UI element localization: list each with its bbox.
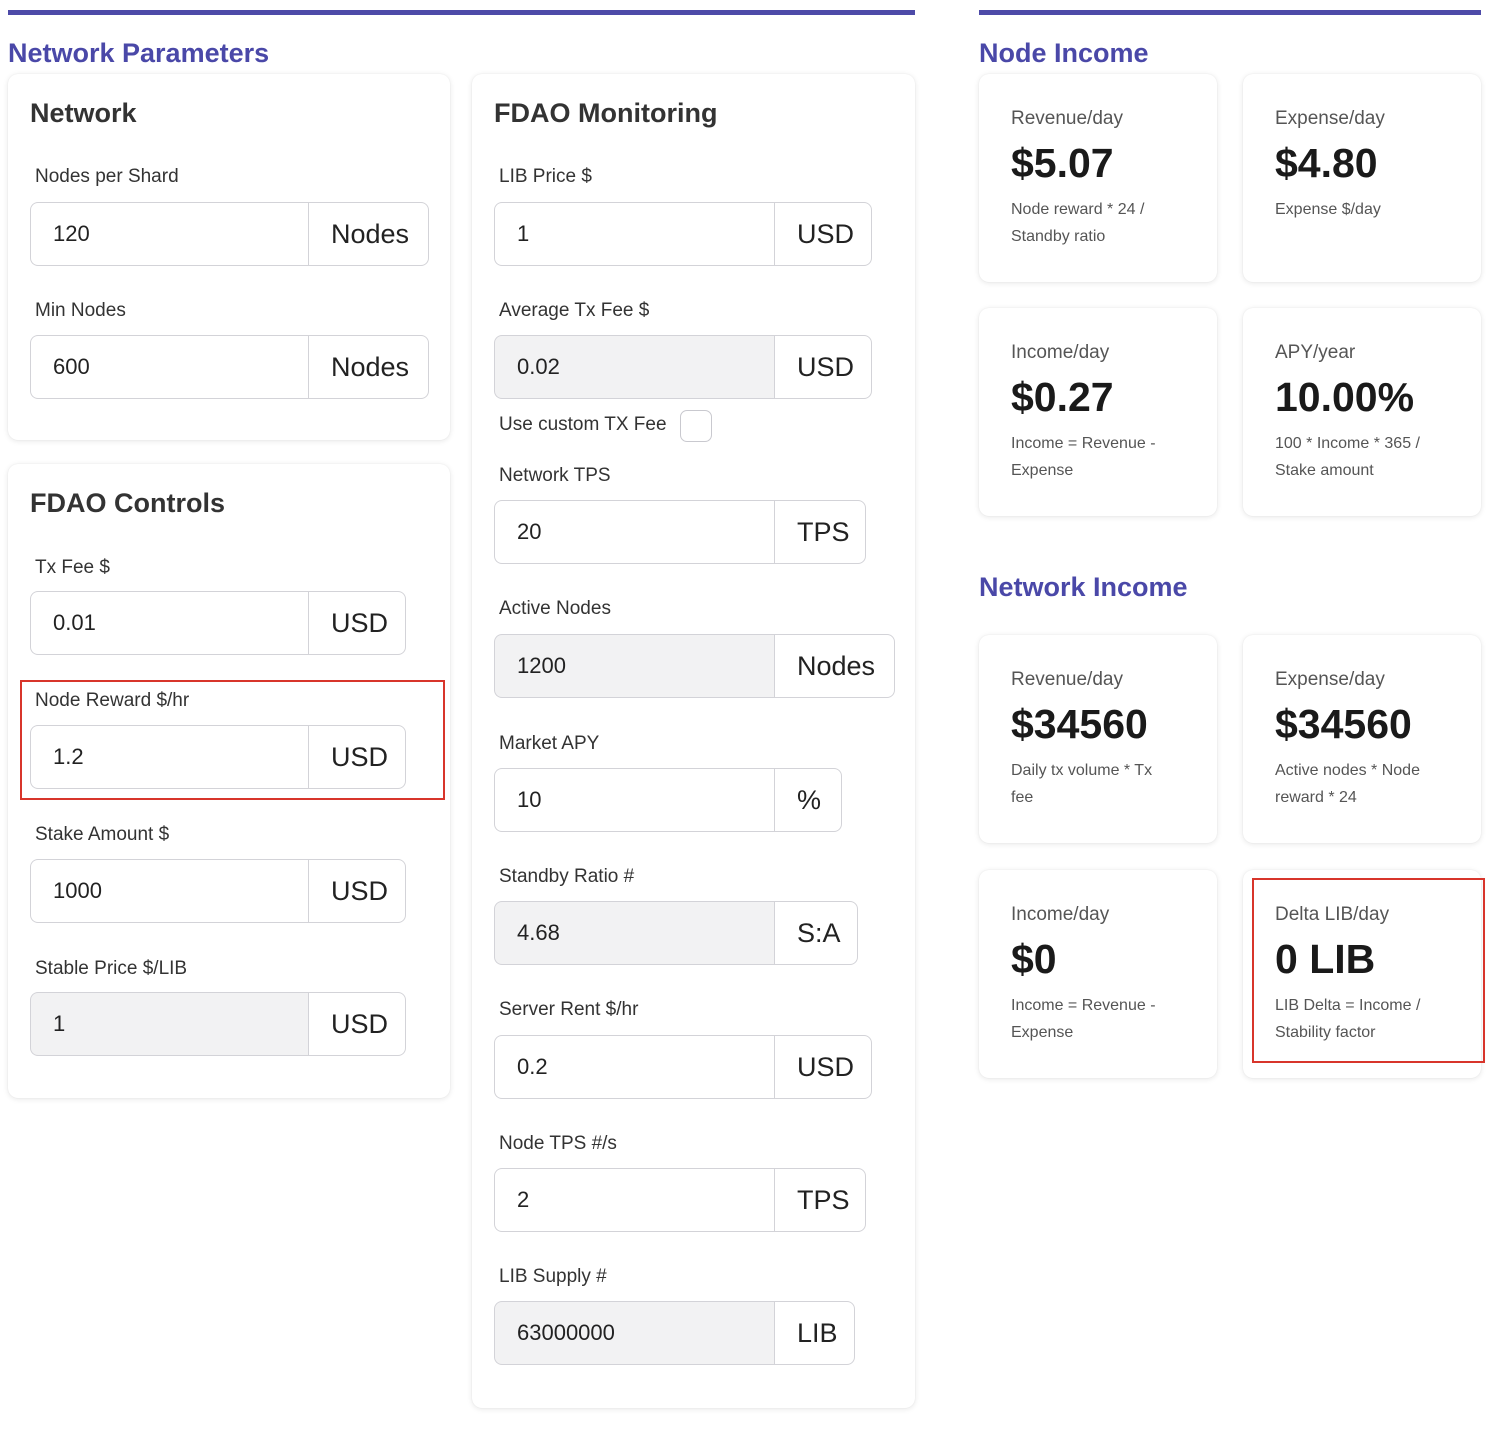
lib-price-unit: USD xyxy=(774,202,872,266)
tx-fee-unit: USD xyxy=(308,591,406,655)
right-accent-bar xyxy=(979,10,1481,15)
stake-amount-unit: USD xyxy=(308,859,406,923)
lib-supply-unit: LIB xyxy=(774,1301,855,1365)
network-expense-desc: Active nodes * Node reward * 24 xyxy=(1275,762,1420,806)
stable-price-unit: USD xyxy=(308,992,406,1056)
node-expense-value: $4.80 xyxy=(1275,140,1378,186)
node-revenue-label: Revenue/day xyxy=(1011,108,1123,129)
network-revenue-card: Revenue/day $34560 Daily tx volume * Tx … xyxy=(979,635,1217,843)
network-tps-unit: TPS xyxy=(774,500,866,564)
tx-fee-input[interactable]: 0.01 xyxy=(30,591,308,655)
standby-ratio-input: 4.68 xyxy=(494,901,774,965)
tx-fee-group: 0.01 USD xyxy=(30,591,406,655)
lib-supply-group: 63000000 LIB xyxy=(494,1301,855,1365)
min-nodes-label: Min Nodes xyxy=(35,300,126,321)
delta-lib-highlight xyxy=(1252,878,1485,1063)
network-income-value: $0 xyxy=(1011,936,1057,982)
tx-fee-label: Tx Fee $ xyxy=(35,557,110,578)
stable-price-group: 1 USD xyxy=(30,992,406,1056)
network-card: Network Nodes per Shard 120 Nodes Min No… xyxy=(8,74,450,440)
network-revenue-label: Revenue/day xyxy=(1011,669,1123,690)
node-apy-value: 10.00% xyxy=(1275,374,1415,420)
network-card-title: Network xyxy=(30,98,137,128)
node-revenue-desc: Node reward * 24 / Standby ratio xyxy=(1011,201,1145,245)
network-income-heading: Network Income xyxy=(979,572,1188,602)
fdao-monitoring-card: FDAO Monitoring LIB Price $ 1 USD Averag… xyxy=(472,74,915,1408)
fdao-monitoring-title: FDAO Monitoring xyxy=(494,98,718,128)
lib-supply-input: 63000000 xyxy=(494,1301,774,1365)
lib-price-group: 1 USD xyxy=(494,202,872,266)
lib-price-label: LIB Price $ xyxy=(499,166,592,187)
nodes-per-shard-group: 120 Nodes xyxy=(30,202,429,266)
node-income-label: Income/day xyxy=(1011,342,1110,363)
active-nodes-group: 1200 Nodes xyxy=(494,634,895,698)
node-tps-unit: TPS xyxy=(774,1168,866,1232)
node-apy-card: APY/year 10.00% 100 * Income * 365 / Sta… xyxy=(1243,308,1481,516)
server-rent-input[interactable]: 0.2 xyxy=(494,1035,774,1099)
avg-tx-fee-group: 0.02 USD xyxy=(494,335,872,399)
network-parameters-heading: Network Parameters xyxy=(8,38,270,68)
network-tps-input[interactable]: 20 xyxy=(494,500,774,564)
active-nodes-label: Active Nodes xyxy=(499,598,611,619)
stable-price-input: 1 xyxy=(30,992,308,1056)
node-reward-highlight xyxy=(20,680,445,800)
node-expense-card: Expense/day $4.80 Expense $/day xyxy=(1243,74,1481,282)
market-apy-input[interactable]: 10 xyxy=(494,768,774,832)
server-rent-group: 0.2 USD xyxy=(494,1035,872,1099)
lib-price-input[interactable]: 1 xyxy=(494,202,774,266)
nodes-per-shard-input[interactable]: 120 xyxy=(30,202,308,266)
server-rent-label: Server Rent $/hr xyxy=(499,999,639,1020)
market-apy-group: 10 % xyxy=(494,768,842,832)
node-expense-desc: Expense $/day xyxy=(1275,201,1381,218)
network-revenue-value: $34560 xyxy=(1011,701,1148,747)
avg-tx-fee-label: Average Tx Fee $ xyxy=(499,300,650,321)
node-revenue-card: Revenue/day $5.07 Node reward * 24 / Sta… xyxy=(979,74,1217,282)
network-tps-group: 20 TPS xyxy=(494,500,866,564)
standby-ratio-label: Standby Ratio # xyxy=(499,866,635,887)
stake-amount-input[interactable]: 1000 xyxy=(30,859,308,923)
node-tps-label: Node TPS #/s xyxy=(499,1133,617,1154)
stable-price-label: Stable Price $/LIB xyxy=(35,958,188,979)
network-expense-card: Expense/day $34560 Active nodes * Node r… xyxy=(1243,635,1481,843)
left-accent-bar xyxy=(8,10,915,15)
network-revenue-desc: Daily tx volume * Tx fee xyxy=(1011,762,1153,806)
node-tps-group: 2 TPS xyxy=(494,1168,866,1232)
node-expense-label: Expense/day xyxy=(1275,108,1385,129)
node-revenue-value: $5.07 xyxy=(1011,140,1114,186)
active-nodes-unit: Nodes xyxy=(774,634,895,698)
avg-tx-fee-input: 0.02 xyxy=(494,335,774,399)
node-apy-desc: 100 * Income * 365 / Stake amount xyxy=(1275,435,1420,479)
fdao-controls-title: FDAO Controls xyxy=(30,488,225,518)
node-income-card: Income/day $0.27 Income = Revenue - Expe… xyxy=(979,308,1217,516)
stake-amount-group: 1000 USD xyxy=(30,859,406,923)
network-expense-label: Expense/day xyxy=(1275,669,1385,690)
network-expense-value: $34560 xyxy=(1275,701,1412,747)
nodes-per-shard-unit: Nodes xyxy=(308,202,429,266)
market-apy-label: Market APY xyxy=(499,733,600,754)
market-apy-unit: % xyxy=(774,768,842,832)
min-nodes-input[interactable]: 600 xyxy=(30,335,308,399)
standby-ratio-unit: S:A xyxy=(774,901,858,965)
node-income-heading: Node Income xyxy=(979,38,1149,68)
nodes-per-shard-label: Nodes per Shard xyxy=(35,166,179,187)
network-tps-label: Network TPS xyxy=(499,465,611,486)
stake-amount-label: Stake Amount $ xyxy=(35,824,170,845)
server-rent-unit: USD xyxy=(774,1035,872,1099)
avg-tx-fee-unit: USD xyxy=(774,335,872,399)
custom-tx-fee-checkbox[interactable] xyxy=(680,410,712,442)
min-nodes-unit: Nodes xyxy=(308,335,429,399)
standby-ratio-group: 4.68 S:A xyxy=(494,901,858,965)
node-income-value: $0.27 xyxy=(1011,374,1114,420)
network-income-desc: Income = Revenue - Expense xyxy=(1011,997,1156,1041)
node-income-desc: Income = Revenue - Expense xyxy=(1011,435,1156,479)
lib-supply-label: LIB Supply # xyxy=(499,1266,607,1287)
node-tps-input[interactable]: 2 xyxy=(494,1168,774,1232)
active-nodes-input: 1200 xyxy=(494,634,774,698)
network-income-label: Income/day xyxy=(1011,904,1110,925)
custom-tx-fee-label: Use custom TX Fee xyxy=(499,414,667,435)
node-apy-label: APY/year xyxy=(1275,342,1356,363)
min-nodes-group: 600 Nodes xyxy=(30,335,429,399)
network-income-card: Income/day $0 Income = Revenue - Expense xyxy=(979,870,1217,1078)
